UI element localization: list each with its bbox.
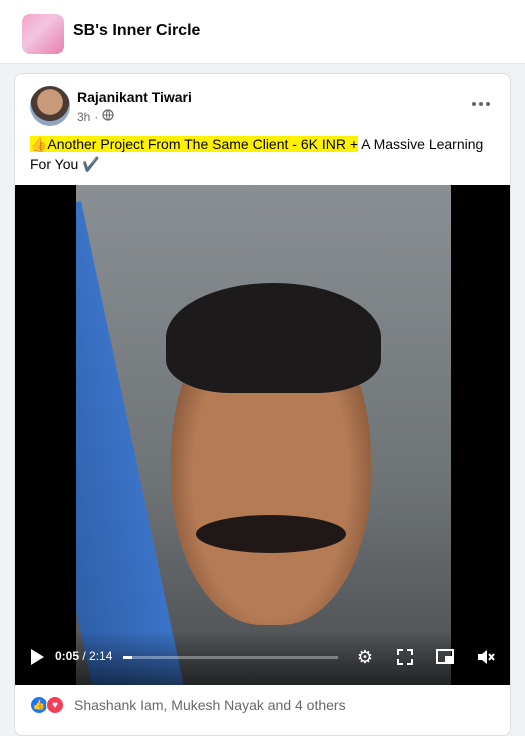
author-avatar[interactable] (30, 86, 70, 126)
post-card: Rajanikant Tiwari 3h · 👍Another Project … (14, 73, 511, 736)
dot-icon (472, 102, 476, 106)
more-options-button[interactable] (466, 92, 496, 116)
post-text: 👍Another Project From The Same Client - … (30, 134, 500, 174)
post-time[interactable]: 3h (77, 110, 90, 124)
progress-bar[interactable] (123, 656, 338, 659)
duration: 2:14 (89, 649, 113, 663)
settings-icon[interactable]: ⚙ (354, 646, 376, 668)
globe-icon (102, 109, 114, 124)
volume-muted-icon[interactable] (475, 646, 497, 668)
fullscreen-icon[interactable] (394, 646, 416, 668)
video-time: 0:05 / 2:14 (55, 649, 113, 663)
group-cover-image[interactable] (22, 14, 64, 54)
video-frame[interactable] (76, 185, 451, 685)
group-title[interactable]: SB's Inner Circle (73, 22, 200, 40)
picture-in-picture-icon[interactable] (434, 646, 456, 668)
current-time: 0:05 (55, 649, 80, 663)
author-name[interactable]: Rajanikant Tiwari (77, 89, 192, 105)
post-meta: 3h · (77, 109, 114, 124)
video-subject-hair (166, 283, 381, 393)
dot-icon (479, 102, 483, 106)
play-icon[interactable] (31, 649, 44, 665)
reactions-summary[interactable]: 👍 ♥ Shashank Iam, Mukesh Nayak and 4 oth… (30, 696, 346, 714)
video-subject-mustache (196, 515, 346, 553)
group-header: SB's Inner Circle (0, 0, 525, 64)
love-icon: ♥ (46, 696, 64, 714)
video-controls: 0:05 / 2:14 ⚙ (15, 631, 510, 685)
dot-icon (486, 102, 490, 106)
post-text-highlight: 👍Another Project From The Same Client - … (30, 136, 359, 152)
video-player[interactable]: 0:05 / 2:14 ⚙ (15, 185, 510, 685)
progress-fill (123, 656, 132, 659)
reactions-text[interactable]: Shashank Iam, Mukesh Nayak and 4 others (74, 697, 346, 713)
